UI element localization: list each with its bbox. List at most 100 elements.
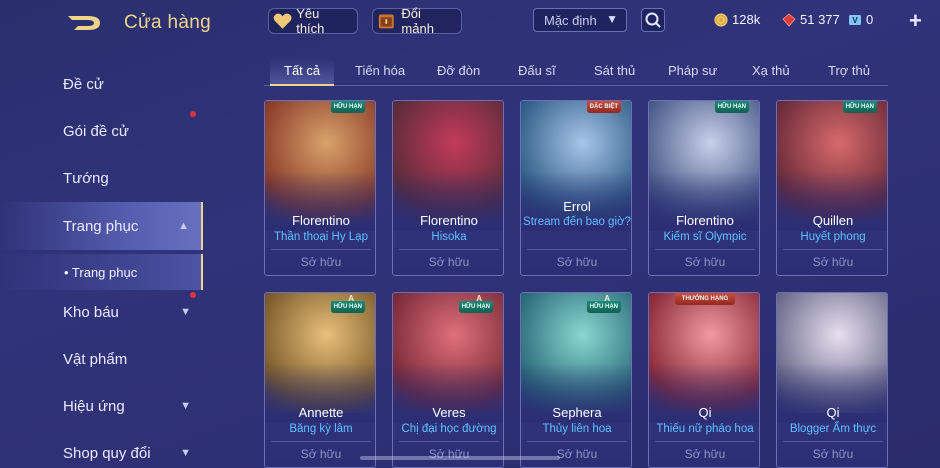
add-currency-button[interactable]: + — [909, 8, 922, 34]
hero-name: Qi — [826, 405, 840, 420]
sidebar-item-effects[interactable]: Hiệu ứng ▼ — [0, 384, 203, 428]
skin-card[interactable]: ĐẶC BIỆT Errol Stream đến bao giờ? Sở hữ… — [520, 100, 632, 276]
hero-name: Florentino — [676, 213, 734, 228]
owned-status: Sở hữu — [428, 255, 470, 269]
hero-name: Annette — [298, 405, 344, 420]
hero-name: Veres — [432, 405, 466, 420]
sidebar-item-label: Vật phẩm — [63, 350, 128, 368]
category-tabs: Tất cả Tiến hóa Đỡ đòn Đấu sĩ Sát thủ Ph… — [264, 58, 888, 86]
sidebar-item-treasure[interactable]: Kho báu ▼ — [0, 290, 203, 334]
owned-status: Sở hữu — [812, 447, 854, 461]
skin-name: Hisoka — [431, 231, 467, 243]
sidebar-item-label: Hiệu ứng — [63, 397, 125, 415]
favorites-button[interactable]: Yêu thích — [268, 6, 358, 36]
tab-tank[interactable]: Đỡ đòn — [437, 63, 480, 78]
skin-card[interactable]: Qi Blogger Ẩm thực Sở hữu — [776, 292, 888, 468]
tab-mage[interactable]: Pháp sư — [668, 63, 717, 78]
hero-name: Florentino — [420, 213, 478, 228]
special-badge: ĐẶC BIỆT — [586, 101, 621, 113]
top-bar: Cửa hàng Yêu thích Đổi mảnh Mặc định ▼ 1… — [0, 0, 940, 44]
voucher-icon: V — [849, 14, 861, 25]
hero-name: Qi — [698, 405, 712, 420]
owned-status: Sở hữu — [684, 255, 726, 269]
grade-badge: A — [348, 294, 354, 303]
notification-dot — [190, 111, 196, 117]
heart-icon — [273, 13, 292, 29]
hero-name: Quillen — [812, 213, 854, 228]
grade-badge: A — [604, 294, 610, 303]
sidebar-item-label: Shop quy đổi — [63, 444, 151, 462]
tab-marksman[interactable]: Xạ thủ — [752, 63, 790, 78]
sidebar-item-label: Tướng — [63, 169, 109, 187]
hero-name: Errol — [563, 199, 591, 214]
skin-card[interactable]: HỮU HẠN A Veres Chị đại học đường Sở hữu — [392, 292, 504, 468]
voucher-amount: 0 — [866, 12, 874, 27]
sidebar-item-label: Trang phục — [63, 217, 139, 235]
voucher-currency: V 0 — [848, 12, 873, 27]
search-icon — [645, 12, 661, 28]
owned-status: Sở hữu — [556, 255, 598, 269]
tab-all[interactable]: Tất cả — [270, 58, 335, 86]
skin-card[interactable]: HỮU HẠN A Sephera Thủy liên hoa Sở hữu — [520, 292, 632, 468]
sidebar-item-skins[interactable]: Trang phục ▲ — [0, 202, 203, 250]
exchange-label: Đổi mảnh — [401, 6, 434, 36]
gem-currency: 51 377 — [782, 12, 840, 27]
gold-coin-icon — [714, 13, 728, 26]
sidebar-item-bundles[interactable]: Gói đề cử — [0, 109, 203, 153]
skin-grid: HỮU HẠN Florentino Thần thoại Hy Lạp Sở … — [264, 100, 888, 468]
sort-dropdown[interactable]: Mặc định ▼ — [533, 8, 627, 32]
skin-card[interactable]: HỮU HẠN Florentino Kiếm sĩ Olympic Sở hữ… — [648, 100, 760, 276]
search-button[interactable] — [641, 8, 665, 32]
hero-name: Florentino — [292, 213, 350, 228]
chevron-down-icon: ▼ — [180, 400, 191, 412]
owned-status: Sở hữu — [812, 255, 854, 269]
ruby-icon — [782, 12, 796, 27]
skin-name: Kiếm sĩ Olympic — [663, 231, 747, 243]
premium-badge: THƯỞNG HẠNG — [675, 293, 735, 305]
notification-dot — [190, 292, 196, 298]
tab-support[interactable]: Trợ thủ — [828, 63, 870, 78]
sidebar-item-label: Đề cử — [63, 75, 104, 93]
sidebar-item-items[interactable]: Vật phẩm — [0, 337, 203, 381]
skin-card[interactable]: HỮU HẠN Quillen Huyết phong Sở hữu — [776, 100, 888, 276]
tab-warrior[interactable]: Đấu sĩ — [518, 63, 556, 78]
owned-status: Sở hữu — [300, 255, 342, 269]
limited-badge: HỮU HẠN — [842, 101, 877, 113]
skin-card[interactable]: HỮU HẠN Florentino Thần thoại Hy Lạp Sở … — [264, 100, 376, 276]
skin-name: Huyết phong — [800, 231, 866, 243]
favorites-label: Yêu thích — [296, 6, 325, 36]
horizontal-scrollbar[interactable] — [360, 456, 560, 460]
sidebar-subitem-label: • Trang phục — [64, 264, 138, 280]
skin-card[interactable]: THƯỞNG HẠNG Qi Thiếu nữ pháo hoa Sở hữu — [648, 292, 760, 468]
limited-badge: HỮU HẠN — [330, 101, 365, 113]
skin-name: Thiếu nữ pháo hoa — [656, 423, 754, 435]
sidebar-item-recommended[interactable]: Đề cử — [0, 62, 203, 106]
chevron-up-icon: ▲ — [178, 220, 189, 232]
chest-icon — [378, 14, 394, 29]
skin-name: Thần thoại Hy Lạp — [274, 231, 368, 243]
skin-name: Băng kỳ lâm — [289, 423, 353, 435]
skin-name: Chị đại học đường — [401, 423, 497, 435]
sidebar-subitem-skins[interactable]: • Trang phục — [0, 254, 203, 290]
grade-badge: A — [476, 294, 482, 303]
sidebar-item-heroes[interactable]: Tướng — [0, 156, 203, 200]
skin-card[interactable]: HỮU HẠN A Annette Băng kỳ lâm Sở hữu — [264, 292, 376, 468]
gold-amount: 128k — [732, 12, 761, 27]
skin-name: Blogger Ẩm thực — [789, 423, 877, 435]
skin-card[interactable]: Florentino Hisoka Sở hữu — [392, 100, 504, 276]
chevron-down-icon: ▼ — [180, 447, 191, 459]
skin-name: Thủy liên hoa — [542, 423, 612, 435]
sidebar-item-label: Gói đề cử — [63, 122, 129, 140]
page-title: Cửa hàng — [124, 12, 211, 33]
gold-currency: 128k — [714, 12, 760, 27]
sort-value: Mặc định — [544, 12, 597, 28]
gem-amount: 51 377 — [800, 12, 840, 27]
svg-text:V: V — [852, 16, 858, 25]
skin-name: Stream đến bao giờ? — [523, 216, 631, 228]
tab-evolution[interactable]: Tiến hóa — [355, 63, 405, 78]
sidebar-item-exchange-shop[interactable]: Shop quy đổi ▼ — [0, 431, 203, 468]
back-icon[interactable] — [64, 12, 104, 34]
exchange-fragments-button[interactable]: Đổi mảnh — [372, 6, 462, 36]
tab-assassin[interactable]: Sát thủ — [594, 63, 635, 78]
chevron-down-icon: ▼ — [180, 306, 191, 318]
